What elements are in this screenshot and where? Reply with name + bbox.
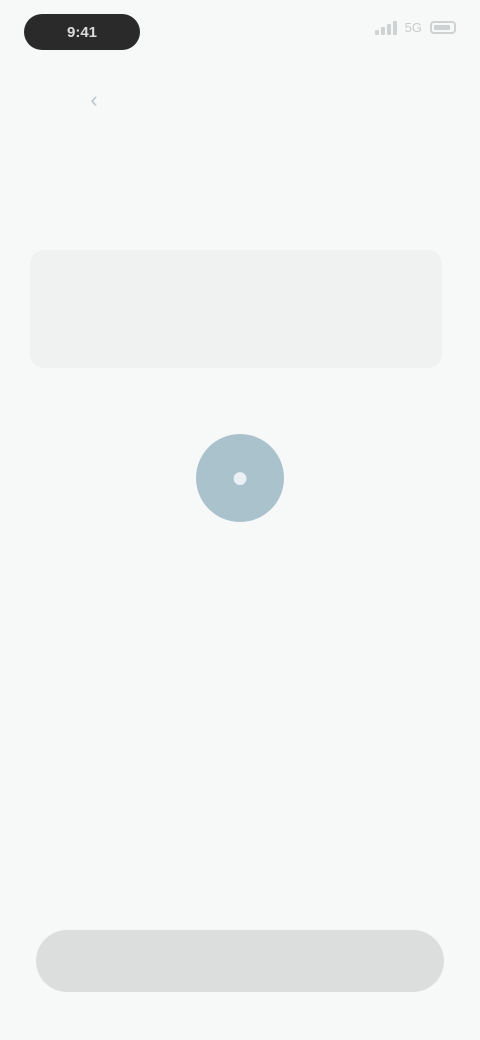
- nav-row: ‹: [80, 86, 444, 114]
- continue-button[interactable]: [36, 930, 444, 992]
- status-bar: 9:41 5G: [24, 12, 456, 52]
- back-icon[interactable]: ‹: [80, 86, 108, 114]
- signal-icon: [374, 20, 397, 35]
- app-screen: 9:41 5G ‹ ●: [0, 0, 480, 1040]
- person-icon: ●: [230, 461, 250, 494]
- status-indicators: 5G: [374, 20, 456, 35]
- network-label: 5G: [404, 20, 422, 35]
- info-card[interactable]: [30, 250, 442, 368]
- battery-icon: [430, 21, 456, 34]
- person-action-button[interactable]: ●: [196, 434, 284, 522]
- status-time: 9:41: [24, 14, 140, 50]
